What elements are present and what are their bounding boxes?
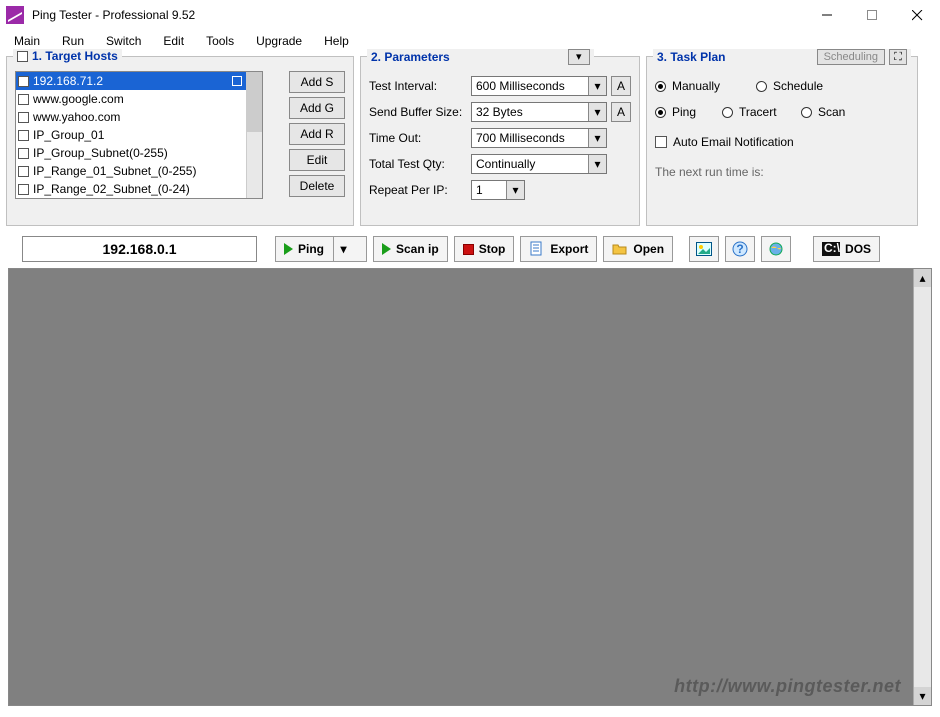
time-out-label: Time Out: — [369, 131, 471, 145]
menu-main[interactable]: Main — [4, 32, 50, 50]
menu-upgrade[interactable]: Upgrade — [246, 32, 312, 50]
parameters-group: 2. Parameters ▾ Test Interval: 600 Milli… — [360, 56, 640, 226]
scheduling-button[interactable]: Scheduling — [817, 49, 885, 65]
add-g-button[interactable]: Add G — [289, 97, 345, 119]
terminal-icon: C:\ — [822, 242, 840, 256]
test-interval-label: Test Interval: — [369, 79, 471, 93]
scan-radio[interactable] — [801, 107, 812, 118]
manually-label: Manually — [672, 79, 750, 93]
host-item[interactable]: www.yahoo.com — [16, 108, 246, 126]
host-item[interactable]: IP_Range_02_Subnet_(0-24) — [16, 180, 246, 198]
menu-edit[interactable]: Edit — [153, 32, 194, 50]
play-icon — [284, 243, 293, 255]
svg-text:C:\: C:\ — [824, 242, 840, 255]
auto-email-checkbox[interactable] — [655, 136, 667, 148]
task-plan-group: 3. Task Plan Scheduling ⛶ Manually Sched… — [646, 56, 918, 226]
parameters-title: 2. Parameters — [371, 50, 450, 64]
window-title: Ping Tester - Professional 9.52 — [32, 8, 805, 22]
menu-run[interactable]: Run — [52, 32, 94, 50]
ping-radio[interactable] — [655, 107, 666, 118]
schedule-label: Schedule — [773, 79, 823, 93]
total-test-label: Total Test Qty: — [369, 157, 471, 171]
next-run-label: The next run time is: — [655, 165, 909, 179]
stop-icon — [463, 244, 474, 255]
minimize-button[interactable] — [805, 0, 850, 30]
schedule-radio[interactable] — [756, 81, 767, 92]
ping-button[interactable]: Ping ▾ — [275, 236, 367, 262]
host-list-scrollbar[interactable] — [246, 72, 262, 198]
edit-button[interactable]: Edit — [289, 149, 345, 171]
folder-open-icon — [612, 241, 628, 257]
auto-email-label: Auto Email Notification — [673, 135, 794, 149]
host-item[interactable]: IP_Group_01 — [16, 126, 246, 144]
ip-input[interactable] — [22, 236, 257, 262]
ping-label: Ping — [672, 105, 716, 119]
globe-icon-button[interactable] — [761, 236, 791, 262]
host-item[interactable]: www.google.com — [16, 90, 246, 108]
test-interval-combo[interactable]: 600 Milliseconds▾ — [471, 76, 607, 96]
help-icon-button[interactable]: ? — [725, 236, 755, 262]
send-buffer-combo[interactable]: 32 Bytes▾ — [471, 102, 607, 122]
send-buffer-label: Send Buffer Size: — [369, 105, 471, 119]
chevron-down-icon: ▾ — [588, 129, 606, 147]
chevron-down-icon: ▾ — [588, 103, 606, 121]
manually-radio[interactable] — [655, 81, 666, 92]
tracert-radio[interactable] — [722, 107, 733, 118]
task-plan-expand-button[interactable]: ⛶ — [889, 49, 907, 65]
menu-help[interactable]: Help — [314, 32, 359, 50]
host-item[interactable]: IP_Group_Subnet(0-255) — [16, 144, 246, 162]
toolbar: Ping ▾ Scan ip Stop Export Open ? C:\ DO… — [0, 232, 940, 266]
time-out-combo[interactable]: 700 Milliseconds▾ — [471, 128, 607, 148]
chevron-down-icon: ▾ — [588, 77, 606, 95]
dos-button[interactable]: C:\ DOS — [813, 236, 880, 262]
parameters-dropdown[interactable]: ▾ — [568, 49, 590, 65]
menu-tools[interactable]: Tools — [196, 32, 244, 50]
delete-button[interactable]: Delete — [289, 175, 345, 197]
add-r-button[interactable]: Add R — [289, 123, 345, 145]
play-icon — [382, 243, 391, 255]
results-area: http://www.pingtester.net ▴ ▾ — [8, 268, 932, 706]
stop-button[interactable]: Stop — [454, 236, 515, 262]
scan-ip-button[interactable]: Scan ip — [373, 236, 448, 262]
document-icon — [529, 241, 545, 257]
ping-dropdown[interactable]: ▾ — [333, 236, 353, 262]
chevron-down-icon: ▾ — [588, 155, 606, 173]
target-hosts-group: 1. Target Hosts 192.168.71.2 www.google.… — [6, 56, 354, 226]
menu-switch[interactable]: Switch — [96, 32, 151, 50]
results-scrollbar[interactable]: ▴ ▾ — [913, 269, 931, 705]
host-list[interactable]: 192.168.71.2 www.google.com www.yahoo.co… — [15, 71, 263, 199]
open-button[interactable]: Open — [603, 236, 673, 262]
target-hosts-checkall[interactable] — [17, 51, 28, 62]
task-plan-title: 3. Task Plan — [657, 50, 725, 64]
add-s-button[interactable]: Add S — [289, 71, 345, 93]
help-icon: ? — [732, 241, 748, 257]
globe-icon — [768, 241, 784, 257]
host-edit-icon[interactable] — [232, 76, 242, 86]
maximize-button[interactable] — [850, 0, 895, 30]
svg-text:?: ? — [736, 242, 743, 256]
repeat-per-ip-combo[interactable]: 1▾ — [471, 180, 525, 200]
app-icon — [6, 6, 24, 24]
export-button[interactable]: Export — [520, 236, 597, 262]
target-hosts-title: 1. Target Hosts — [32, 49, 118, 63]
test-interval-a-button[interactable]: A — [611, 76, 631, 96]
scan-label: Scan — [818, 105, 845, 119]
tracert-label: Tracert — [739, 105, 795, 119]
scroll-down-icon: ▾ — [914, 687, 931, 705]
total-test-combo[interactable]: Continually▾ — [471, 154, 607, 174]
host-item[interactable]: 192.168.71.2 — [16, 72, 246, 90]
scroll-up-icon: ▴ — [914, 269, 931, 287]
close-button[interactable] — [895, 0, 940, 30]
host-item[interactable]: IP_Range_01_Subnet_(0-255) — [16, 162, 246, 180]
title-bar: Ping Tester - Professional 9.52 — [0, 0, 940, 30]
picture-icon — [696, 242, 712, 256]
repeat-per-ip-label: Repeat Per IP: — [369, 183, 471, 197]
watermark: http://www.pingtester.net — [674, 676, 901, 697]
chevron-down-icon: ▾ — [506, 181, 524, 199]
send-buffer-a-button[interactable]: A — [611, 102, 631, 122]
picture-icon-button[interactable] — [689, 236, 719, 262]
